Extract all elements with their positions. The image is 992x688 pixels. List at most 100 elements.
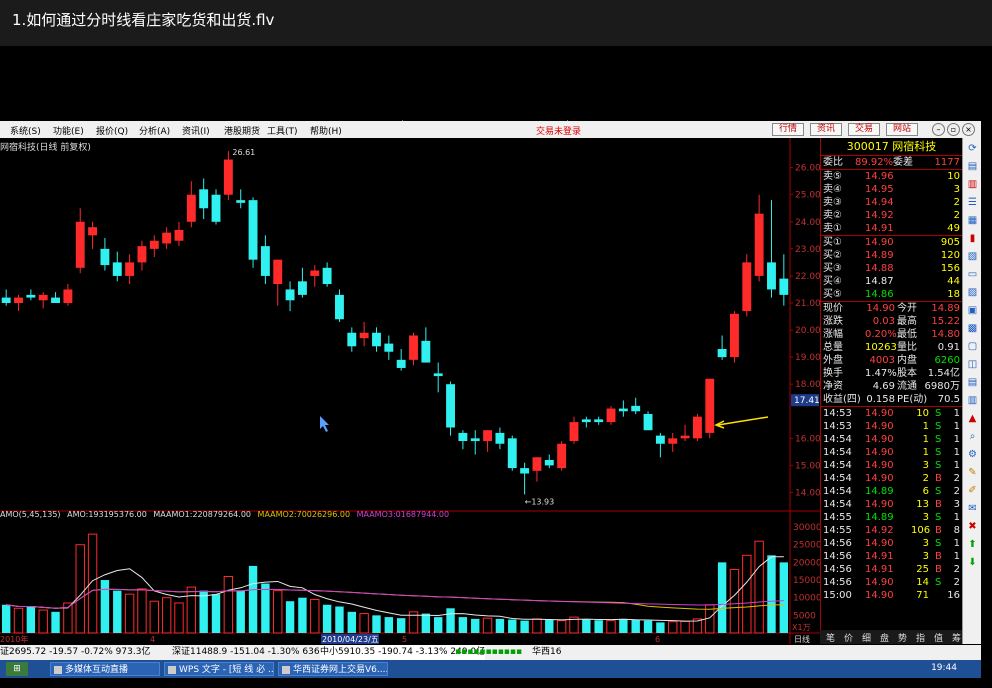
tick-row: 14:54 14.90 1 S 1 [821, 433, 962, 446]
tick-volume: 3 [922, 460, 929, 471]
candle-body [446, 384, 455, 428]
high-label: 26.61 [232, 148, 255, 157]
date-label: 6 [655, 635, 660, 644]
tab-value[interactable]: 值 [934, 631, 943, 644]
tick-volume: 106 [911, 525, 931, 536]
bar-chart-icon[interactable]: ▮ [966, 232, 979, 245]
sell-icon[interactable]: ✖ [966, 520, 979, 533]
stat-label: 今开 [897, 303, 917, 314]
split-icon[interactable]: ◫ [966, 358, 979, 371]
maamo2-value: MAAMO2:70026296.00 [257, 510, 351, 519]
candle-body [470, 438, 480, 442]
volume-bar [458, 617, 468, 633]
close-icon[interactable]: × [962, 123, 975, 136]
doc-icon[interactable]: ▤ [966, 376, 979, 389]
trade-button[interactable]: 交易 [848, 123, 881, 136]
info-button[interactable]: 资讯 [810, 123, 843, 136]
monitor-icon[interactable]: ▣ [966, 304, 979, 317]
menu-help[interactable]: 帮助(H) [310, 124, 342, 137]
volume-ma-line [6, 588, 784, 609]
menu-quote[interactable]: 报价(Q) [96, 124, 128, 137]
settings-icon[interactable]: ⚙ [966, 448, 979, 461]
menu-function[interactable]: 功能(E) [53, 124, 84, 137]
volume-bar [248, 565, 258, 633]
buy-volume: 905 [940, 237, 960, 248]
tick-row: 15:00 14.90 71 16 [821, 589, 962, 602]
stats-icon[interactable]: ▩ [966, 322, 979, 335]
tab-chips[interactable]: 筹 [952, 631, 961, 644]
grid-icon[interactable]: ▦ [966, 214, 979, 227]
stat-row: 总量 10263 量比 0.91 [821, 341, 962, 354]
report-icon[interactable]: ▥ [966, 394, 979, 407]
menu-tools[interactable]: 工具(T) [267, 124, 298, 137]
tick-time: 15:00 [823, 590, 852, 601]
volume-bar [495, 618, 505, 633]
menu-info[interactable]: 资讯(I) [182, 124, 210, 137]
arrow-down-icon[interactable]: ⬇ [966, 556, 979, 569]
tab-book[interactable]: 盘 [880, 631, 889, 644]
sell-level-label: 卖③ [823, 197, 842, 208]
tab-trend[interactable]: 势 [898, 631, 907, 644]
search-icon[interactable]: ⌕ [966, 430, 979, 443]
menu-bar: 系统(S) 功能(E) 报价(Q) 分析(A) 资讯(I) 港股期货 工具(T)… [0, 121, 981, 138]
candle-body [310, 270, 320, 276]
start-icon[interactable]: ⊞ [6, 662, 28, 676]
tick-time: 14:54 [823, 460, 852, 471]
volume-bar [298, 597, 307, 633]
tick-price: 14.90 [865, 460, 894, 471]
trade-status[interactable]: 交易未登录 [536, 124, 581, 137]
quote-button[interactable]: 行情 [772, 123, 805, 136]
sell-orders: 卖⑤ 14.96 10 卖④ 14.95 3 卖③ 14.94 2 卖② 14.92 2 卖① 14.91… [821, 170, 962, 235]
menu-system[interactable]: 系统(S) [10, 124, 41, 137]
stock-header[interactable]: 300017 网宿科技 [821, 138, 962, 156]
menu-analysis[interactable]: 分析(A) [139, 124, 170, 137]
pencil-icon[interactable]: ✐ [966, 484, 979, 497]
sh-index[interactable]: 证2695.72 -19.57 -0.72% 973.3亿 [0, 645, 150, 660]
candle-body [335, 294, 344, 320]
menu-hk-futures[interactable]: 港股期货 [224, 124, 260, 137]
tick-price: 14.91 [865, 551, 894, 562]
sell-volume: 2 [953, 210, 960, 221]
minimize-icon[interactable]: – [932, 123, 945, 136]
taskbar-item-live[interactable]: 多媒体互动直播 [50, 662, 160, 676]
stat-label: 外盘 [823, 355, 843, 366]
refresh-icon[interactable]: ⟳ [966, 142, 979, 155]
taskbar-clock: 19:44 [931, 663, 957, 673]
sell-price: 14.94 [865, 197, 894, 208]
tick-count: 3 [953, 499, 960, 510]
alert-icon[interactable]: ▲ [966, 412, 979, 425]
tick-count: 1 [953, 551, 960, 562]
tab-index[interactable]: 指 [916, 631, 925, 644]
taskbar-item-trading[interactable]: 华西证券网上交易V6.... [278, 662, 388, 676]
list-icon[interactable]: ☰ [966, 196, 979, 209]
candle-body [285, 289, 295, 301]
tick-side: S [935, 486, 942, 497]
edit-icon[interactable]: ✎ [966, 466, 979, 479]
arrow-up-icon[interactable]: ⬆ [966, 538, 979, 551]
candle-body [507, 438, 517, 469]
sz-index[interactable]: 深证11488.9 -151.04 -1.30% 636.3亿 [172, 645, 337, 660]
tick-count: 2 [953, 564, 960, 575]
chart-icon[interactable]: ▤ [966, 160, 979, 173]
mail-icon[interactable]: ✉ [966, 502, 979, 515]
tick-time: 14:56 [823, 551, 852, 562]
restore-icon[interactable]: ▫ [947, 123, 960, 136]
candle-body [594, 419, 604, 423]
buy-row: 买① 14.90 905 [821, 236, 962, 249]
kline-icon[interactable]: ▥ [966, 178, 979, 191]
tick-time: 14:54 [823, 473, 852, 484]
candle-body [544, 459, 554, 466]
tab-detail[interactable]: 细 [862, 631, 871, 644]
tab-price[interactable]: 价 [844, 631, 853, 644]
panel-icon[interactable]: ▢ [966, 340, 979, 353]
table-icon[interactable]: ▧ [966, 250, 979, 263]
layout-icon[interactable]: ▨ [966, 286, 979, 299]
website-button[interactable]: 网站 [886, 123, 919, 136]
tick-volume: 13 [916, 499, 929, 510]
tick-list[interactable]: 14:53 14.90 10 S 1 14:53 14.90 1 S 1 14:54 14.90 1 S 1… [821, 407, 962, 602]
volume-bar [186, 586, 197, 634]
tab-trades[interactable]: 笔 [826, 631, 835, 644]
window-icon[interactable]: ▭ [966, 268, 979, 281]
taskbar-item-wps[interactable]: WPS 文字 - [短 线 必 ... [164, 662, 274, 676]
candlestick-chart[interactable]: 26.00 25.00 24.00 23.00 22.00 21.00 20.00 19.00… [0, 138, 820, 644]
